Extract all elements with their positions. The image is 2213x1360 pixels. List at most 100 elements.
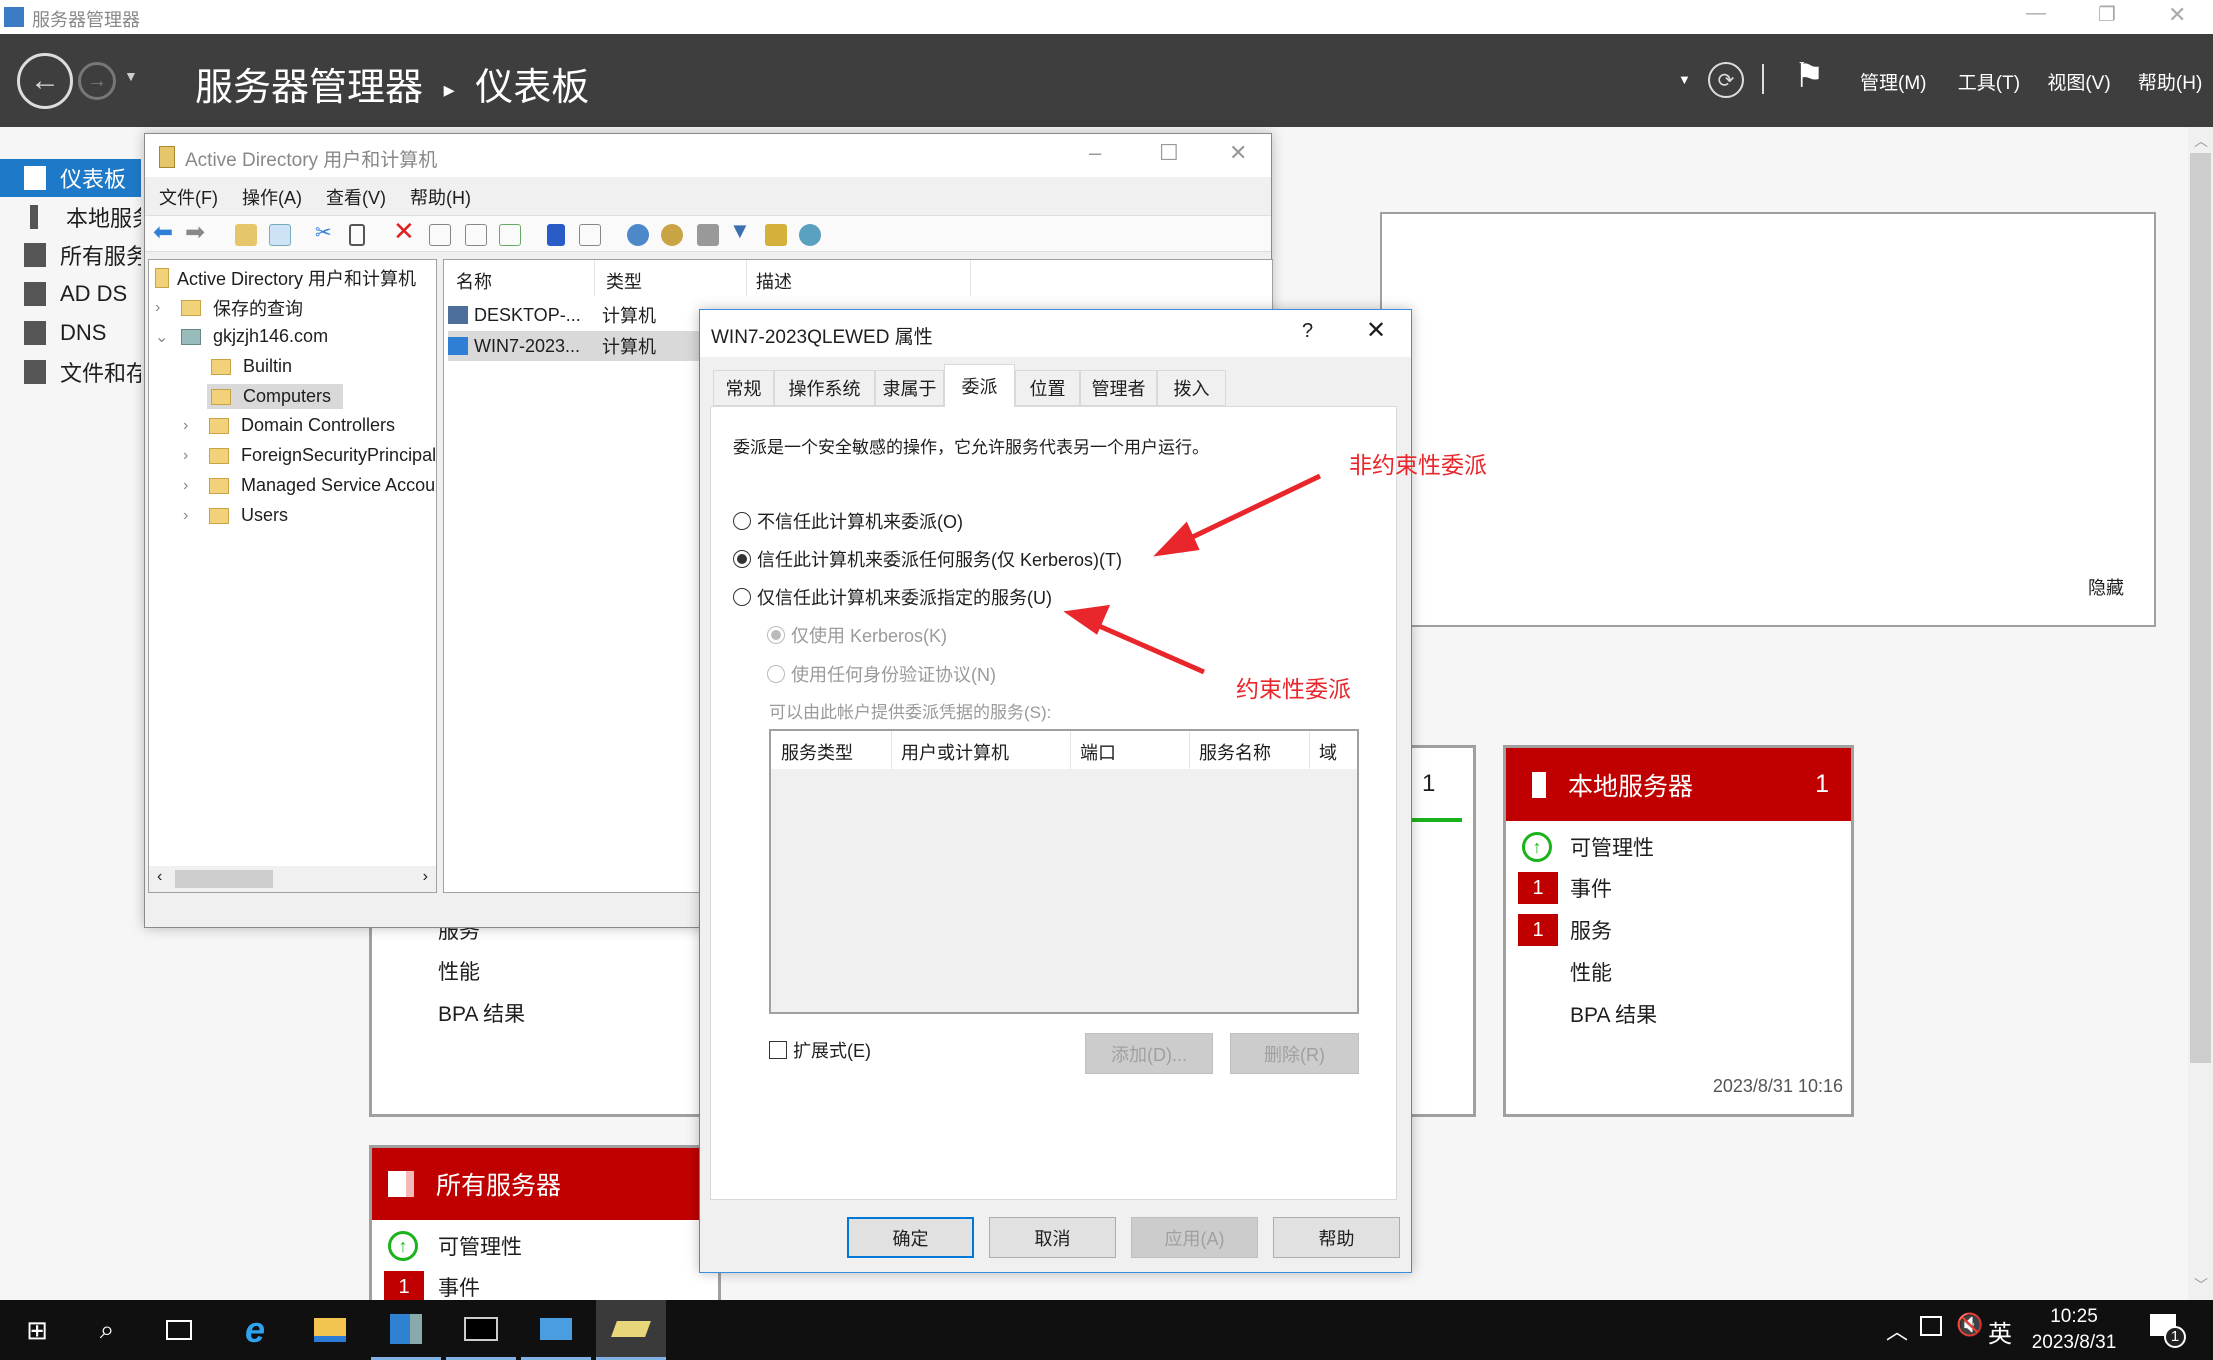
clock[interactable]: 10:25 2023/8/31 xyxy=(2026,1304,2122,1356)
expand-icon[interactable]: › xyxy=(183,507,201,525)
vertical-scrollbar[interactable]: ︿ ﹀ xyxy=(2188,127,2213,1300)
sidebar-item-local-server[interactable]: 本地服务器 xyxy=(0,198,141,236)
tree-item-foreign-security-principals[interactable]: › ForeignSecurityPrincipals xyxy=(183,445,436,466)
show-hide-tree-icon[interactable] xyxy=(269,224,291,246)
column-description[interactable]: 描述 xyxy=(756,268,792,294)
cut-icon[interactable]: ✂ xyxy=(315,220,332,245)
scroll-left-icon[interactable]: ‹ xyxy=(157,868,162,886)
refresh-icon[interactable] xyxy=(465,224,487,246)
tab-location[interactable]: 位置 xyxy=(1015,370,1080,406)
tree-item-computers[interactable]: Computers xyxy=(207,384,344,409)
menu-view[interactable]: 查看(V) xyxy=(326,188,386,208)
hide-link[interactable]: 隐藏 xyxy=(2088,574,2124,600)
manageability-row[interactable]: ↑ 可管理性 xyxy=(1506,828,1851,866)
notifications-flag-icon[interactable]: ⚑ xyxy=(1794,56,1824,96)
add-to-group-icon[interactable] xyxy=(799,224,821,246)
help-button[interactable]: ? xyxy=(1302,320,1313,343)
radio-kerberos-only[interactable]: 仅使用 Kerberos(K) xyxy=(767,622,947,648)
expand-icon[interactable]: › xyxy=(155,299,173,317)
scrollbar-thumb[interactable] xyxy=(2190,153,2211,1063)
scroll-down-icon[interactable]: ﹀ xyxy=(2194,1275,2208,1295)
performance-row[interactable]: 性能 xyxy=(372,952,718,990)
taskbar-ie[interactable]: e xyxy=(220,1300,290,1360)
refresh-icon[interactable]: ⟳ xyxy=(1708,62,1744,98)
maximize-button[interactable]: ☐ xyxy=(1159,140,1179,166)
sidebar-item-ad-ds[interactable]: AD DS xyxy=(0,275,141,313)
tree-item-domain-controllers[interactable]: › Domain Controllers xyxy=(183,415,395,436)
task-view-button[interactable] xyxy=(144,1300,214,1360)
expand-icon[interactable]: › xyxy=(183,477,201,495)
ad-ds-tile[interactable]: 服务 性能 BPA 结果 xyxy=(369,900,721,1117)
column-name[interactable]: 名称 xyxy=(456,268,492,294)
export-icon[interactable] xyxy=(499,224,521,246)
new-group-icon[interactable] xyxy=(661,224,683,246)
tab-member-of[interactable]: 隶属于 xyxy=(875,370,944,406)
close-button[interactable]: ✕ xyxy=(1366,316,1386,345)
tree-item-managed-service-accounts[interactable]: ›Managed Service Accounts xyxy=(183,475,436,496)
column-domain[interactable]: 域 xyxy=(1319,739,1337,765)
back-arrow-icon[interactable]: ⬅ xyxy=(153,218,173,247)
menu-file[interactable]: 文件(F) xyxy=(159,188,218,208)
minimize-button[interactable]: – xyxy=(1089,140,1101,166)
manageability-row[interactable]: ↑ 可管理性 xyxy=(372,1227,718,1265)
forward-button[interactable]: → xyxy=(78,62,116,100)
history-dropdown-icon[interactable]: ▼ xyxy=(124,68,138,84)
network-icon[interactable] xyxy=(1920,1316,1942,1336)
minimize-button[interactable]: — xyxy=(2026,2,2046,25)
menu-help[interactable]: 帮助(H) xyxy=(410,188,471,208)
expand-icon[interactable]: › xyxy=(183,417,201,435)
back-button[interactable]: ← xyxy=(17,53,73,109)
sidebar-item-dashboard[interactable]: 仪表板 xyxy=(0,159,141,197)
horizontal-scrollbar[interactable]: ‹ › xyxy=(149,866,436,892)
column-service-type[interactable]: 服务类型 xyxy=(781,739,853,765)
services-list[interactable]: 服务类型 用户或计算机 端口 服务名称 域 xyxy=(769,729,1359,1014)
dropdown-icon[interactable]: ▼ xyxy=(1678,72,1691,87)
close-button[interactable]: ✕ xyxy=(1229,140,1247,166)
events-row[interactable]: 1 事件 xyxy=(1506,869,1851,907)
services-row[interactable]: 1 服务 xyxy=(1506,911,1851,949)
scrollbar-thumb[interactable] xyxy=(175,870,273,888)
radio-trust-any-service[interactable]: 信任此计算机来委派任何服务(仅 Kerberos)(T) xyxy=(733,546,1122,572)
taskbar-cmd[interactable] xyxy=(446,1300,516,1360)
volume-muted-icon[interactable]: 🔇 xyxy=(1956,1312,1983,1338)
tab-delegation[interactable]: 委派 xyxy=(944,364,1015,407)
help-button-bottom[interactable]: 帮助 xyxy=(1273,1217,1400,1258)
scroll-right-icon[interactable]: › xyxy=(423,868,428,886)
tab-dial-in[interactable]: 拨入 xyxy=(1157,370,1226,406)
sidebar-item-all-servers[interactable]: 所有服务器 xyxy=(0,236,141,274)
list-row-selected[interactable]: WIN7-2023... 计算机 xyxy=(448,331,708,361)
help-icon[interactable] xyxy=(547,224,565,246)
radio-any-protocol[interactable]: 使用任何身份验证协议(N) xyxy=(767,661,996,687)
menu-action[interactable]: 操作(A) xyxy=(242,188,302,208)
tab-general[interactable]: 常规 xyxy=(713,370,774,406)
taskbar-ad-users-computers[interactable] xyxy=(596,1300,666,1360)
radio-trust-specified-services[interactable]: 仅信任此计算机来委派指定的服务(U) xyxy=(733,584,1052,610)
add-button[interactable]: 添加(D)... xyxy=(1085,1033,1213,1074)
new-ou-icon[interactable] xyxy=(697,224,719,246)
tab-managed-by[interactable]: 管理者 xyxy=(1080,370,1157,406)
column-port[interactable]: 端口 xyxy=(1080,739,1116,765)
tree-item-saved-queries[interactable]: › 保存的查询 xyxy=(155,295,303,321)
find-icon[interactable] xyxy=(765,224,787,246)
ok-button[interactable]: 确定 xyxy=(847,1217,974,1258)
all-servers-tile[interactable]: 所有服务器 1 ↑可管理性 1事件 xyxy=(369,1145,721,1315)
menu-view[interactable]: 视图(V) xyxy=(2047,73,2110,94)
tab-os[interactable]: 操作系统 xyxy=(774,370,875,406)
scroll-up-icon[interactable]: ︿ xyxy=(2194,131,2208,151)
properties-icon[interactable] xyxy=(429,224,451,246)
performance-row[interactable]: 性能 xyxy=(1506,953,1851,991)
expand-icon[interactable]: › xyxy=(183,447,201,465)
radio-no-delegation[interactable]: 不信任此计算机来委派(O) xyxy=(733,508,963,534)
filter-icon[interactable]: ▼ xyxy=(729,218,751,244)
delete-icon[interactable]: ✕ xyxy=(393,216,415,247)
remove-button[interactable]: 删除(R) xyxy=(1230,1033,1359,1074)
list-row[interactable]: DESKTOP-... 计算机 xyxy=(448,300,708,330)
restore-button[interactable]: ❐ xyxy=(2098,2,2116,27)
tree-root[interactable]: Active Directory 用户和计算机 xyxy=(155,265,416,291)
breadcrumb-root[interactable]: 服务器管理器 xyxy=(195,67,423,109)
tray-overflow-icon[interactable]: ︿ xyxy=(1886,1314,1908,1346)
taskbar-app[interactable] xyxy=(521,1300,591,1360)
tree-item-users[interactable]: › Users xyxy=(183,505,288,526)
column-type[interactable]: 类型 xyxy=(606,268,642,294)
paste-icon[interactable] xyxy=(349,224,365,246)
